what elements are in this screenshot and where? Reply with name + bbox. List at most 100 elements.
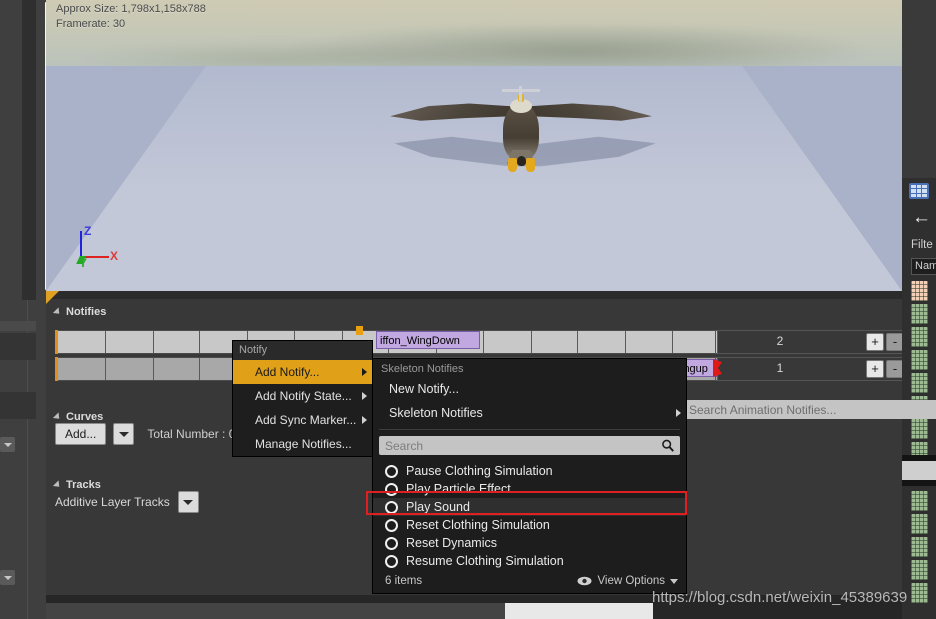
track-cell [58,331,106,353]
menu-item-add-notify[interactable]: Add Notify... [233,360,372,384]
notify-row-1-buttons: + - [866,333,904,351]
animation-viewport[interactable]: Approx Size: 1,798x1,158x788 Framerate: … [46,0,902,291]
asset-browser-top [902,0,936,178]
asset-icon[interactable] [911,419,928,439]
chevron-down-icon [3,575,12,580]
option-resume-clothing-simulation[interactable]: Resume Clothing Simulation [373,552,686,570]
left-combo-b[interactable] [0,570,15,585]
search-animation-notifies-placeholder: Search Animation Notifies... [689,402,837,417]
notify-chip-1[interactable]: iffon_WingDown [376,331,480,349]
back-arrow-icon[interactable]: ← [912,208,931,227]
submenu-title: Skeleton Notifies [381,363,464,375]
eagle-mesh [376,86,666,178]
submenu-item-new-notify[interactable]: New Notify... [373,377,686,401]
asset-icon[interactable] [911,514,928,534]
asset-icon-selected[interactable] [911,281,928,301]
notifies-section-header[interactable]: Notifies [52,306,106,318]
tracks-toolbar: Additive Layer Tracks [55,491,199,513]
option-label: Pause Clothing Simulation [406,464,553,478]
axis-y-label: Y [79,256,88,270]
left-scrollbar-track[interactable] [22,0,57,300]
additive-layer-tracks-dropdown-button[interactable] [177,491,199,513]
menu-item-label: Add Notify... [255,365,320,379]
eagle-foot-right [526,158,535,172]
tracks-section-header[interactable]: Tracks [52,479,101,491]
asset-icon[interactable] [911,327,928,347]
context-menu-title: Notify [233,341,372,360]
app-root: Approx Size: 1,798x1,158x788 Framerate: … [0,0,936,619]
curves-toolbar: Add... Total Number : 0 [55,423,235,445]
submenu-item-label: Skeleton Notifies [389,406,483,420]
view-options-label: View Options [597,575,665,587]
asset-browser-scroll-row[interactable] [902,461,936,480]
left-panel-row-c [0,392,36,419]
option-pause-clothing-simulation[interactable]: Pause Clothing Simulation [373,462,686,480]
expander-triangle-icon [52,480,63,490]
left-combo-a[interactable] [0,437,15,452]
filter-label[interactable]: Filte [911,239,933,251]
asset-browser-tab-icon[interactable] [909,183,929,199]
asset-icon[interactable] [911,304,928,324]
view-options-button[interactable]: View Options [577,575,678,587]
track-cell [154,358,200,380]
additive-layer-tracks-label: Additive Layer Tracks [55,495,170,509]
notify-context-menu: Notify Add Notify... Add Notify State...… [232,340,373,457]
submenu-footer: 6 items View Options [373,570,686,593]
track-cell [58,358,106,380]
asset-icon[interactable] [911,583,928,603]
chevron-down-icon [118,431,129,437]
menu-item-label: Add Sync Marker... [255,413,357,427]
radio-icon [385,536,398,550]
asset-icon[interactable] [911,560,928,580]
submenu-search-input[interactable] [385,438,674,453]
track-cell [484,331,532,353]
option-reset-clothing-simulation[interactable]: Reset Clothing Simulation [373,516,686,534]
curves-section-header[interactable]: Curves [52,411,103,423]
track-cell [106,358,154,380]
option-label: Reset Clothing Simulation [406,518,550,532]
asset-icon[interactable] [911,537,928,557]
menu-item-manage-notifies[interactable]: Manage Notifies... [233,432,372,456]
radio-icon [385,554,398,568]
asset-icon[interactable] [911,373,928,393]
bottom-light-panel [505,603,653,619]
menu-item-add-notify-state[interactable]: Add Notify State... [233,384,372,408]
expander-triangle-icon [52,412,63,422]
track-cell [154,331,200,353]
submenu-separator [379,429,680,430]
name-search-input[interactable]: Nam [911,258,936,275]
notify-track-row-1[interactable]: iffon_WingDown [55,326,718,354]
add-notify-track-button[interactable]: + [866,333,884,351]
option-play-sound[interactable]: Play Sound [373,498,686,516]
axis-z-line [80,231,82,257]
submenu-item-label: New Notify... [389,382,459,396]
item-count-label: 6 items [385,575,423,587]
curves-add-button[interactable]: Add... [55,423,107,445]
eagle-wing-right [524,103,652,121]
eagle-wing-left [390,103,518,121]
axis-x-label: X [110,249,119,263]
search-animation-notifies-input[interactable]: Search Animation Notifies... [683,400,936,419]
menu-item-add-sync-marker[interactable]: Add Sync Marker... [233,408,372,432]
viewport-stat-framerate: Framerate: 30 [56,18,126,30]
submenu-search-box[interactable] [379,436,680,455]
radio-icon [385,464,398,478]
option-play-particle-effect[interactable]: Play Particle Effect [373,480,686,498]
notify-marker-icon[interactable] [356,326,363,335]
eagle-tail-feather [517,156,526,166]
submenu-arrow-icon [362,368,367,376]
option-label: Play Sound [406,500,470,514]
left-panel-row-a [0,321,36,331]
menu-item-label: Manage Notifies... [255,437,352,451]
curves-total-number: Total Number : 0 [147,427,236,441]
notify-options-list: Pause Clothing Simulation Play Particle … [373,460,686,570]
add-notify-track-button[interactable]: + [866,360,884,378]
option-reset-dynamics[interactable]: Reset Dynamics [373,534,686,552]
submenu-item-skeleton-notifies[interactable]: Skeleton Notifies [373,401,686,425]
chevron-down-icon [183,499,194,505]
curves-add-dropdown-button[interactable] [113,423,135,445]
asset-icon[interactable] [911,491,928,511]
radio-icon [385,518,398,532]
radio-icon [385,482,398,496]
asset-icon[interactable] [911,350,928,370]
